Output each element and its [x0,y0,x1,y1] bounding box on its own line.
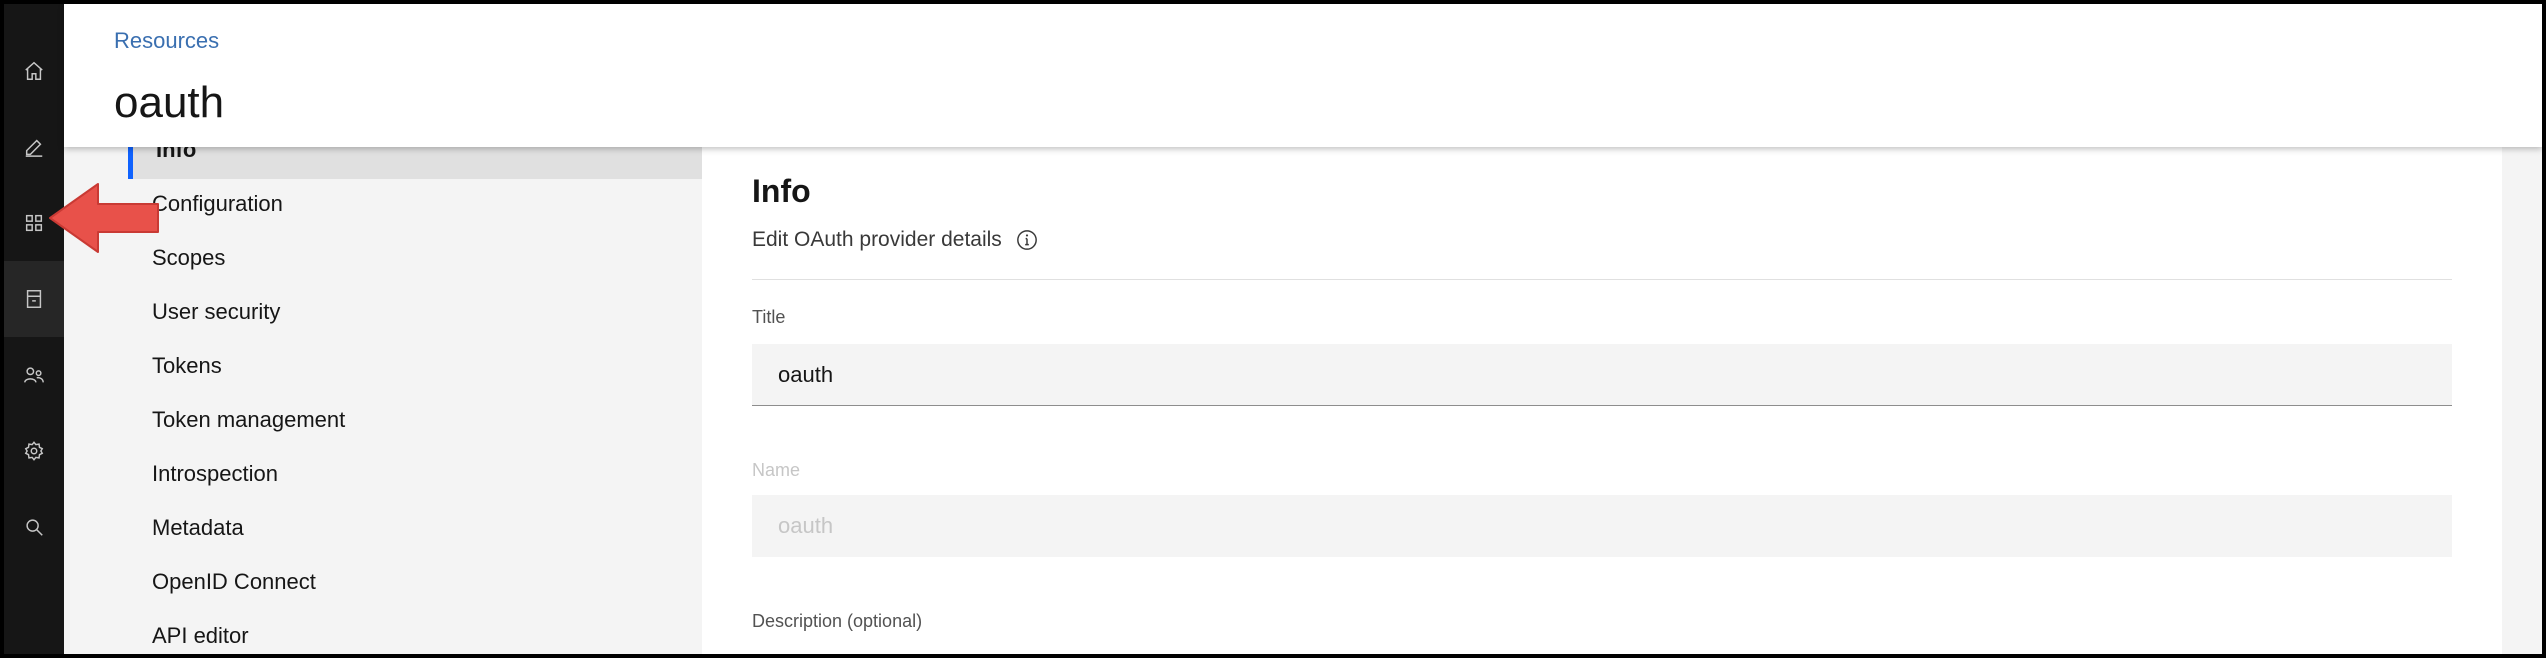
page-title: oauth [114,78,225,127]
subnav-item-token-management[interactable]: Token management [152,407,345,433]
home-button[interactable] [4,33,64,109]
home-icon [25,61,43,80]
section-divider [752,279,2452,280]
info-panel: Info Edit OAuth provider details Title N… [702,147,2502,654]
users-icon [24,367,44,383]
subnav-item-introspection[interactable]: Introspection [152,461,278,487]
users-button[interactable] [4,337,64,413]
title-input[interactable] [752,344,2452,406]
section-title: Info [752,173,811,209]
section-subtitle: Edit OAuth provider details [752,228,1038,252]
subnav-item-user-security[interactable]: User security [152,299,280,325]
name-input [752,495,2452,557]
search-icon [26,519,43,536]
subnav-item-api-editor[interactable]: API editor [152,623,249,649]
left-icon-rail [4,4,64,654]
breadcrumb-resources[interactable]: Resources [114,28,219,54]
section-subtitle-text: Edit OAuth provider details [752,228,1002,251]
title-field-label: Title [752,307,786,327]
description-field-label: Description (optional) [752,611,923,631]
page-header: Resources oauth [64,4,2542,147]
data-store-icon [26,290,42,308]
subnav-item-tokens[interactable]: Tokens [152,353,222,379]
settings-button[interactable] [4,413,64,489]
subnav-item-configuration[interactable]: Configuration [152,191,283,217]
subnav-item-openid-connect[interactable]: OpenID Connect [152,569,316,595]
search-button[interactable] [4,489,64,565]
annotation-arrow-icon [49,183,159,253]
apps-grid-icon [25,214,43,232]
name-field-label: Name [752,460,801,480]
develop-button[interactable] [4,109,64,185]
resources-button[interactable] [4,261,64,337]
settings-icon [24,441,44,461]
subnav-item-metadata[interactable]: Metadata [152,515,244,541]
app-window: Resources oauth Info Configuration Scope… [4,4,2542,654]
info-icon[interactable] [1016,229,1038,251]
edit-icon [25,139,43,157]
